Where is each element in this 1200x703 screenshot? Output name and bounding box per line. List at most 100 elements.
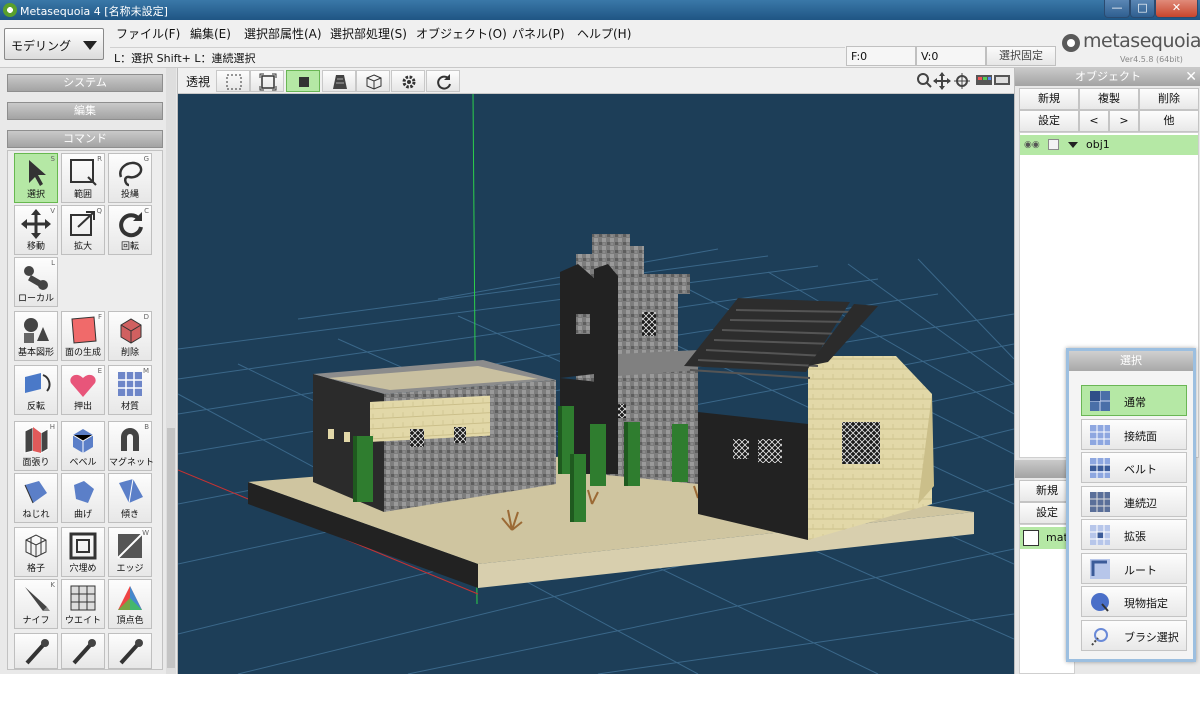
tool-more[interactable] <box>61 633 105 669</box>
select-mode-button-0[interactable]: 通常 <box>1081 385 1187 416</box>
tool-label: 材質 <box>120 402 139 412</box>
view-cube-button[interactable] <box>356 70 390 92</box>
tool-bend[interactable]: 曲げ <box>61 473 105 523</box>
tilt-icon <box>119 478 143 504</box>
object-other-button[interactable]: 他 <box>1139 110 1199 132</box>
menu-panel[interactable]: パネル(P) <box>512 25 565 42</box>
lasso-icon <box>119 161 143 187</box>
3d-viewport[interactable]: 透視 <box>178 68 1014 674</box>
view-texture-button[interactable] <box>322 70 356 92</box>
view-solid-button[interactable] <box>286 70 320 92</box>
tool-shortcut-key: V <box>50 207 55 215</box>
display-mode-icon[interactable] <box>976 75 1010 85</box>
tool-weight[interactable]: ウエイト <box>61 579 105 629</box>
tool-shortcut-key: M <box>142 367 149 375</box>
object-next-button[interactable]: > <box>1109 110 1139 132</box>
object-row[interactable]: ◉◉ obj1 <box>1020 135 1198 155</box>
maximize-button[interactable]: □ <box>1130 0 1155 18</box>
tool-label: 押出 <box>73 402 92 412</box>
close-icon[interactable]: ✕ <box>1185 68 1197 86</box>
tool-edge[interactable]: W エッジ <box>108 527 152 577</box>
tool-vertex-color[interactable]: 頂点色 <box>108 579 152 629</box>
tool-label: 選択 <box>26 190 45 200</box>
view-settings-button[interactable] <box>391 70 425 92</box>
tool-face-create[interactable]: F 面の生成 <box>61 311 105 361</box>
more-tool-icon <box>25 639 49 665</box>
tool-bevel[interactable]: ベベル <box>61 421 105 471</box>
tool-shortcut-key: G <box>143 155 149 163</box>
material-swatch[interactable] <box>1023 530 1039 546</box>
tool-scale[interactable]: Q 拡大 <box>61 205 105 255</box>
menu-file[interactable]: ファイル(F) <box>116 25 180 42</box>
menu-help[interactable]: ヘルプ(H) <box>577 25 631 42</box>
frame-icon <box>259 73 277 91</box>
tool-twist[interactable]: ねじれ <box>14 473 58 523</box>
menu-selection-attributes[interactable]: 選択部属性(A) <box>244 25 322 42</box>
tool-lattice[interactable]: 格子 <box>14 527 58 577</box>
zoom-icon[interactable] <box>917 73 932 88</box>
view-dotted-rect-button[interactable] <box>216 70 250 92</box>
navigation-icons[interactable] <box>916 71 1012 93</box>
tool-extrude[interactable]: E 押出 <box>61 365 105 415</box>
select-mode-button-4[interactable]: 拡張 <box>1081 519 1187 550</box>
tool-cursor[interactable]: S 選択 <box>14 153 58 203</box>
view-refresh-button[interactable] <box>426 70 460 92</box>
tool-magnet[interactable]: B マグネット <box>108 421 154 471</box>
command-section-header[interactable]: コマンド <box>7 130 163 148</box>
tool-tilt[interactable]: 傾き <box>108 473 152 523</box>
more-tool-icon <box>72 639 96 665</box>
visibility-eye-icon[interactable]: ◉◉ <box>1024 140 1040 150</box>
object-settings-button[interactable]: 設定 <box>1019 110 1079 132</box>
tool-label: ローカル <box>17 294 54 304</box>
lock-checkbox[interactable] <box>1048 139 1059 150</box>
tool-knife[interactable]: K ナイフ <box>14 579 58 629</box>
right-sandstone-house <box>684 298 934 540</box>
left-panel-scrollbar[interactable] <box>166 68 176 674</box>
tool-rotate[interactable]: C 回転 <box>108 205 152 255</box>
scrollbar-thumb[interactable] <box>167 428 175 668</box>
minimize-button[interactable]: — <box>1104 0 1130 18</box>
close-button[interactable]: ✕ <box>1155 0 1198 18</box>
tool-lasso[interactable]: G 投縄 <box>108 153 152 203</box>
select-mode-button-2[interactable]: ベルト <box>1081 452 1187 483</box>
object-new-button[interactable]: 新規 <box>1019 88 1079 110</box>
select-mode-icon <box>1090 525 1110 545</box>
select-mode-button-7[interactable]: ブラシ選択 <box>1081 619 1187 651</box>
view-frame-button[interactable] <box>250 70 284 92</box>
tool-primitive[interactable]: 基本図形 <box>14 311 58 361</box>
tool-more[interactable] <box>108 633 152 669</box>
edit-section-header[interactable]: 編集 <box>7 102 163 120</box>
tool-flip[interactable]: 反転 <box>14 365 58 415</box>
perspective-label[interactable]: 透視 <box>186 73 210 90</box>
tool-label: 拡大 <box>73 242 92 252</box>
fix-selection-button[interactable]: 選択固定 <box>986 46 1056 66</box>
object-prev-button[interactable]: < <box>1079 110 1109 132</box>
expand-triangle-icon[interactable] <box>1068 142 1078 148</box>
tool-shortcut-key: B <box>144 423 149 431</box>
menu-object[interactable]: オブジェクト(O) <box>416 25 507 42</box>
tool-fill-hole[interactable]: 穴埋め <box>61 527 105 577</box>
tool-local[interactable]: L ローカル <box>14 257 58 307</box>
tool-range-select[interactable]: R 範囲 <box>61 153 105 203</box>
tool-material[interactable]: M 材質 <box>108 365 152 415</box>
tool-label: 面の生成 <box>64 348 101 358</box>
tool-face-fill[interactable]: H 面張り <box>14 421 58 471</box>
select-mode-button-3[interactable]: 連続辺 <box>1081 485 1187 517</box>
select-mode-button-6[interactable]: 現物指定 <box>1081 586 1187 617</box>
tool-more[interactable] <box>14 633 58 669</box>
select-mode-button-5[interactable]: ルート <box>1081 552 1187 584</box>
object-duplicate-button[interactable]: 複製 <box>1079 88 1139 110</box>
system-section-header[interactable]: システム <box>7 74 163 92</box>
select-mode-button-1[interactable]: 接続面 <box>1081 418 1187 450</box>
mode-select[interactable]: モデリング <box>4 28 104 60</box>
menu-edit[interactable]: 編集(E) <box>190 25 231 42</box>
tool-move[interactable]: V 移動 <box>14 205 58 255</box>
tool-delete[interactable]: D 削除 <box>108 311 152 361</box>
menu-selection-process[interactable]: 選択部処理(S) <box>330 25 407 42</box>
scene-canvas[interactable] <box>178 94 1014 674</box>
rotate-view-icon[interactable] <box>954 73 970 89</box>
object-delete-button[interactable]: 削除 <box>1139 88 1199 110</box>
tool-shortcut-key: D <box>143 313 149 321</box>
pan-icon[interactable] <box>933 72 951 90</box>
face-create-icon <box>71 316 97 344</box>
